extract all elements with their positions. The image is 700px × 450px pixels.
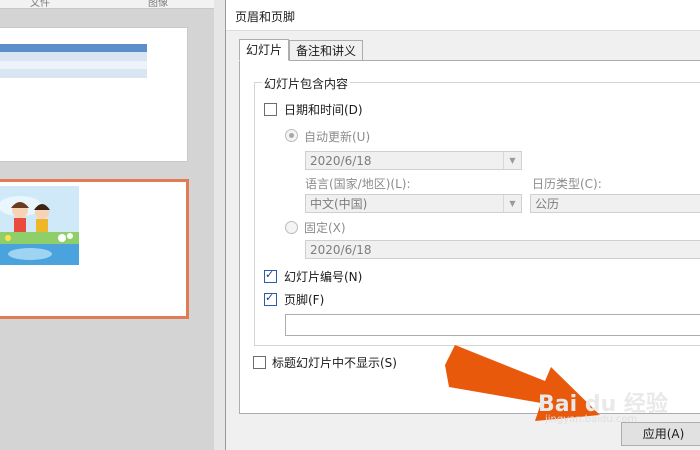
hide-on-title-checkbox[interactable] — [253, 356, 266, 369]
apply-button[interactable]: 应用(A) — [621, 422, 700, 446]
date-time-checkbox[interactable] — [264, 103, 277, 116]
footer-text-input[interactable] — [285, 314, 700, 336]
dialog-title: 页眉和页脚 — [235, 10, 296, 24]
hide-on-title-label: 标题幻灯片中不显示(S) — [272, 356, 397, 370]
slide-thumbnail-2[interactable] — [0, 179, 189, 319]
fixed-radio[interactable] — [285, 221, 298, 234]
slide-number-label: 幻灯片编号(N) — [284, 270, 363, 284]
table-graphic — [0, 44, 147, 78]
pane-scrollbar[interactable] — [214, 0, 225, 450]
calendar-select[interactable]: 公历 — [530, 194, 700, 213]
ribbon-label: 文件 — [30, 0, 50, 9]
calendar-label: 日历类型(C): — [532, 177, 602, 191]
tab-notes-handouts[interactable]: 备注和讲义 — [289, 40, 364, 60]
footer-label: 页脚(F) — [284, 293, 325, 307]
chevron-down-icon: ▼ — [503, 152, 521, 169]
fixed-date-value: 2020/6/18 — [310, 243, 372, 257]
slide-number-checkbox[interactable] — [264, 268, 277, 283]
calendar-value: 公历 — [535, 197, 560, 211]
auto-update-label: 自动更新(U) — [304, 130, 371, 144]
chevron-down-icon: ▼ — [503, 195, 521, 212]
cartoon-kids-image — [0, 186, 79, 265]
ribbon-strip: 文件 图像 — [0, 0, 225, 9]
language-select[interactable]: 中文(中国) ▼ — [305, 194, 522, 213]
auto-update-date-select[interactable]: 2020/6/18 ▼ — [305, 151, 522, 170]
date-time-label: 日期和时间(D) — [284, 103, 363, 117]
fixed-label: 固定(X) — [304, 221, 346, 235]
auto-update-date-value: 2020/6/18 — [310, 154, 372, 168]
watermark-url: jingyan.baidu.com — [545, 414, 638, 425]
language-value: 中文(中国) — [310, 197, 368, 211]
group-title: 幻灯片包含内容 — [262, 75, 351, 92]
slide-thumbnail-1[interactable] — [0, 27, 188, 162]
slide-thumbnail-pane: 文件 图像 — [0, 0, 225, 450]
fixed-date-field[interactable]: 2020/6/18 — [305, 240, 700, 259]
auto-update-radio[interactable] — [285, 129, 298, 142]
footer-checkbox[interactable] — [264, 291, 277, 306]
tab-slide[interactable]: 幻灯片 — [239, 39, 290, 61]
dialog-titlebar[interactable]: 页眉和页脚 — [226, 0, 700, 31]
language-label: 语言(国家/地区)(L): — [305, 177, 411, 191]
ribbon-label: 图像 — [148, 0, 168, 9]
